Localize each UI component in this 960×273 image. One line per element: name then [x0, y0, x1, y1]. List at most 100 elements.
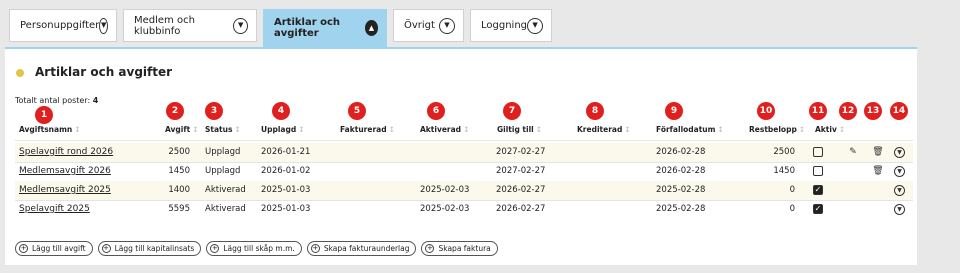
badge-4: 4 — [272, 102, 290, 120]
column-header-krediterad[interactable]: Krediterad ↕ — [577, 125, 631, 134]
fee-due-date: 2026-02-28 — [656, 166, 706, 176]
tab-artiklar-och-avgifter[interactable]: Artiklar och avgifter ▲ — [263, 9, 387, 47]
badge-9: 9 — [665, 102, 683, 120]
badge-11: 11 — [809, 102, 827, 120]
table-row: Spelavgift 2025 5595 Aktiverad 2025-01-0… — [15, 200, 913, 219]
fee-amount: 2500 — [168, 147, 190, 157]
fee-valid-to: 2026-02-27 — [496, 204, 546, 214]
column-header-giltig-till[interactable]: Giltig till ↕ — [497, 125, 542, 134]
total-count: Totalt antal poster: 4 — [15, 96, 99, 105]
tab-ovrigt[interactable]: Övrigt ▼ — [393, 9, 464, 42]
fee-name-link[interactable]: Medlemsavgift 2026 — [19, 162, 111, 181]
chevron-down-icon[interactable]: ▼ — [894, 147, 905, 158]
status-dot-icon — [16, 69, 24, 77]
fee-valid-to: 2027-02-27 — [496, 147, 546, 157]
active-checkbox[interactable]: ✓ — [813, 204, 823, 214]
badge-2: 2 — [166, 102, 184, 120]
fee-amount: 1450 — [168, 166, 190, 176]
tab-label: Personuppgifter — [20, 20, 100, 31]
chevron-down-icon[interactable]: ▼ — [894, 204, 905, 215]
add-locker-button[interactable]: + Lägg till skåp m.m. — [206, 241, 302, 256]
edit-icon[interactable]: ✎ — [847, 146, 859, 158]
fee-activated: 2025-02-03 — [420, 204, 470, 214]
badge-1: 1 — [35, 106, 53, 124]
tab-loggning[interactable]: Loggning ▼ — [470, 9, 552, 42]
chevron-down-icon: ▼ — [233, 17, 248, 34]
chevron-down-icon: ▼ — [99, 17, 108, 34]
plus-icon: + — [310, 244, 320, 253]
active-checkbox[interactable] — [813, 147, 823, 157]
header-divider — [15, 140, 913, 141]
active-checkbox[interactable] — [813, 166, 823, 176]
badge-6: 6 — [427, 102, 445, 120]
plus-icon: + — [425, 244, 435, 253]
trash-icon[interactable]: 🗑 — [872, 165, 884, 177]
fee-valid-to: 2027-02-27 — [496, 166, 546, 176]
table-row: Medlemsavgift 2025 1400 Aktiverad 2025-0… — [15, 181, 913, 200]
active-checkbox[interactable]: ✓ — [813, 185, 823, 195]
column-header-fakturerad[interactable]: Fakturerad ↕ — [340, 125, 395, 134]
column-header-aktiv[interactable]: Aktiv ↕ — [815, 125, 845, 134]
fee-valid-to: 2026-02-27 — [496, 185, 546, 195]
fee-name-link[interactable]: Medlemsavgift 2025 — [19, 181, 111, 200]
column-header-restbelopp[interactable]: Restbelopp ↕ — [749, 125, 805, 134]
chevron-up-icon: ▲ — [364, 20, 378, 36]
column-header-aktiverad[interactable]: Aktiverad ↕ — [420, 125, 469, 134]
chevron-down-icon[interactable]: ▼ — [894, 166, 905, 177]
fee-status: Aktiverad — [205, 185, 246, 195]
fee-remaining: 0 — [789, 185, 795, 195]
plus-icon: + — [101, 244, 111, 253]
tab-medlem-och-klubbinfo[interactable]: Medlem och klubbinfo ▼ — [123, 9, 257, 42]
action-bar: + Lägg till avgift + Lägg till kapitalinsa… — [15, 241, 503, 256]
tab-label: Artiklar och avgifter — [274, 17, 341, 39]
badge-5: 5 — [348, 102, 366, 120]
table-row: Spelavgift rond 2026 2500 Upplagd 2026-0… — [15, 143, 913, 162]
fee-created: 2026-01-21 — [261, 147, 311, 157]
plus-icon: + — [210, 244, 220, 253]
badge-10: 10 — [757, 102, 775, 120]
fee-due-date: 2026-02-28 — [656, 147, 706, 157]
tab-label: Övrigt — [404, 20, 435, 31]
fee-status: Aktiverad — [205, 204, 246, 214]
fee-remaining: 1450 — [773, 166, 795, 176]
plus-icon: + — [19, 244, 28, 253]
fee-name-link[interactable]: Spelavgift 2025 — [19, 200, 90, 219]
badge-14: 14 — [890, 102, 908, 120]
total-count-value: 4 — [92, 96, 99, 105]
fee-created: 2026-01-02 — [261, 166, 311, 176]
tab-label: Loggning — [481, 20, 528, 31]
fees-panel: Artiklar och avgifter Totalt antal poste… — [5, 47, 917, 265]
fee-due-date: 2025-02-28 — [656, 204, 706, 214]
section-title: Artiklar och avgifter — [35, 65, 173, 79]
fee-due-date: 2025-02-28 — [656, 185, 706, 195]
fee-status: Upplagd — [205, 147, 241, 157]
column-header-avgift[interactable]: Avgift ↕ — [165, 125, 199, 134]
fee-remaining: 0 — [789, 204, 795, 214]
create-invoice-basis-button[interactable]: + Skapa fakturaunderlag — [306, 241, 417, 256]
table-row: Medlemsavgift 2026 1450 Upplagd 2026-01-… — [15, 162, 913, 181]
fee-created: 2025-01-03 — [261, 185, 311, 195]
fee-amount: 5595 — [168, 204, 190, 214]
column-header-status[interactable]: Status ↕ — [205, 125, 241, 134]
tab-bar: Personuppgifter ▼ Medlem och klubbinfo ▼… — [9, 9, 558, 47]
badge-13: 13 — [864, 102, 882, 120]
fee-status: Upplagd — [205, 166, 241, 176]
column-header-upplagd[interactable]: Upplagd ↕ — [261, 125, 305, 134]
fee-activated: 2025-02-03 — [420, 185, 470, 195]
create-invoice-button[interactable]: + Skapa faktura — [421, 241, 498, 256]
chevron-down-icon: ▼ — [527, 17, 543, 34]
badge-7: 7 — [503, 102, 521, 120]
tab-personuppgifter[interactable]: Personuppgifter ▼ — [9, 9, 117, 42]
fee-amount: 1400 — [168, 185, 190, 195]
tab-label: Medlem och klubbinfo — [134, 14, 195, 37]
badge-8: 8 — [586, 102, 604, 120]
column-header-forfallodatum[interactable]: Förfallodatum ↕ — [656, 125, 724, 134]
trash-icon[interactable]: 🗑 — [872, 146, 884, 158]
fee-created: 2025-01-03 — [261, 204, 311, 214]
badge-12: 12 — [839, 102, 857, 120]
add-capital-contribution-button[interactable]: + Lägg till kapitalinsats — [97, 241, 202, 256]
column-header-avgiftsnamn[interactable]: Avgiftsnamn ↕ — [19, 125, 81, 134]
chevron-down-icon[interactable]: ▼ — [894, 185, 905, 196]
add-fee-button[interactable]: + Lägg till avgift — [15, 241, 93, 256]
fee-name-link[interactable]: Spelavgift rond 2026 — [19, 143, 113, 162]
